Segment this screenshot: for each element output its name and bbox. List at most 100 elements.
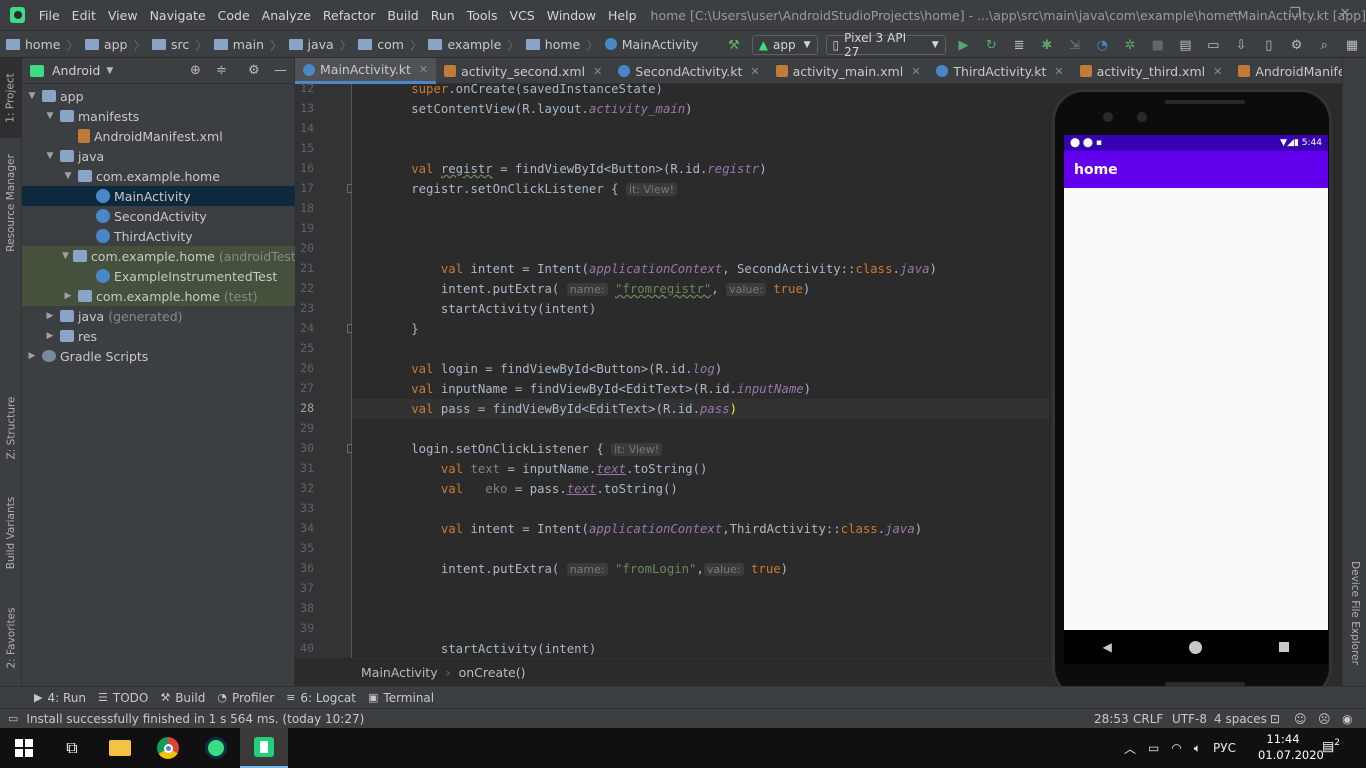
menu-window[interactable]: Window — [541, 8, 602, 23]
collapse-arrow-icon[interactable]: ▶ — [62, 291, 74, 301]
device-file-explorer-tab[interactable]: Device File Explorer — [1343, 548, 1366, 678]
editor-tab[interactable]: activity_main.xml ✕ — [768, 58, 929, 84]
battery-icon[interactable]: ▭ — [1148, 741, 1159, 755]
collapse-arrow-icon[interactable]: ▶ — [26, 351, 38, 361]
collapse-arrow-icon[interactable]: ▶ — [44, 331, 56, 341]
tree-item[interactable]: ▶ java (generated) — [22, 306, 295, 326]
attach-debugger-icon[interactable]: ⇲ — [1066, 37, 1084, 53]
tree-item[interactable]: ▼ com.example.home (androidTest) — [22, 246, 301, 266]
build-variants-tool-tab[interactable]: Build Variants — [0, 488, 22, 578]
breadcrumb-method[interactable]: onCreate() — [459, 665, 526, 680]
action-center-icon[interactable]: ▤2 — [1322, 738, 1340, 754]
editor-tab[interactable]: activity_second.xml ✕ — [436, 58, 610, 84]
code-editor[interactable]: super.onCreate(savedInstanceState) setCo… — [352, 84, 1049, 658]
tree-item[interactable]: ▶ Gradle Scripts — [22, 346, 295, 366]
menu-analyze[interactable]: Analyze — [256, 8, 317, 23]
project-view-select[interactable]: Android — [52, 63, 100, 78]
profile-icon[interactable]: ◔ — [1093, 37, 1111, 53]
file-encoding[interactable]: UTF-8 — [1172, 712, 1207, 726]
close-icon[interactable]: ✕ — [1330, 6, 1360, 21]
tree-item[interactable]: ▼ java — [22, 146, 295, 166]
run-config-select[interactable]: ▲ app ▼ — [751, 35, 818, 55]
run-tool-window[interactable]: ▶ 4: Run — [34, 691, 86, 705]
gear-icon[interactable]: ⚙ — [248, 63, 260, 78]
tree-item[interactable]: ▼ com.example.home — [22, 166, 295, 186]
profiler-tool-window[interactable]: ◔ Profiler — [217, 691, 274, 705]
settings-icon[interactable]: ⚙ — [1288, 37, 1306, 53]
chevron-down-icon[interactable]: ▼ — [106, 66, 113, 76]
breadcrumb-class[interactable]: MainActivity — [361, 665, 438, 680]
status-message[interactable]: Install successfully finished in 1 s 564… — [26, 712, 364, 726]
menu-vcs[interactable]: VCS — [504, 8, 541, 23]
indent-setting[interactable]: 4 spaces — [1214, 712, 1267, 726]
lock-icon[interactable]: ⊡ — [1270, 712, 1280, 726]
tree-item[interactable]: MainActivity — [22, 186, 295, 206]
menu-tools[interactable]: Tools — [461, 8, 504, 23]
editor-tab[interactable]: MainActivity.kt ✕ — [295, 58, 437, 84]
stop-icon[interactable]: ■ — [1149, 37, 1167, 53]
menu-file[interactable]: File — [33, 8, 66, 23]
avd-manager-icon[interactable]: ▭ — [1204, 37, 1222, 53]
breadcrumb-example[interactable]: example 〉 — [422, 35, 520, 54]
menu-edit[interactable]: Edit — [66, 8, 102, 23]
sdk-manager-icon[interactable]: ⇩ — [1232, 37, 1250, 53]
hammer-icon[interactable]: ⚒ — [725, 37, 743, 53]
tree-item[interactable]: SecondActivity — [22, 206, 295, 226]
tree-item[interactable]: AndroidManifest.xml — [22, 126, 295, 146]
tree-item[interactable]: ThirdActivity — [22, 226, 295, 246]
breadcrumb-java[interactable]: java 〉 — [283, 35, 352, 54]
apply-changes-icon[interactable]: ↻ — [982, 37, 1000, 53]
menu-build[interactable]: Build — [381, 8, 424, 23]
chrome-icon[interactable] — [144, 728, 192, 768]
chevron-up-icon[interactable]: ︿ — [1124, 740, 1136, 757]
inspection-icon[interactable]: ☺ — [1294, 712, 1307, 726]
close-tab-icon[interactable]: ✕ — [1054, 65, 1063, 78]
input-language[interactable]: РУС — [1213, 741, 1236, 755]
locate-icon[interactable]: ⊕ — [190, 63, 201, 78]
android-studio-taskbar-icon[interactable] — [192, 728, 240, 768]
editor-tab[interactable]: ThirdActivity.kt ✕ — [928, 58, 1071, 84]
close-tab-icon[interactable]: ✕ — [593, 65, 602, 78]
clock[interactable]: 11:44 01.07.2020 — [1258, 731, 1324, 763]
collapse-all-icon[interactable]: ≑ — [216, 63, 227, 78]
feedback-icon[interactable]: ☹ — [1318, 712, 1331, 726]
menu-view[interactable]: View — [102, 8, 144, 23]
build-tool-window[interactable]: ⚒ Build — [160, 691, 205, 705]
logcat-tool-window[interactable]: ≡ 6: Logcat — [286, 691, 356, 705]
collapse-arrow-icon[interactable]: ▶ — [44, 311, 56, 321]
wifi-icon[interactable]: ◠ — [1171, 741, 1181, 755]
menu-help[interactable]: Help — [602, 8, 643, 23]
project-tool-tab[interactable]: 1: Project — [0, 58, 22, 138]
green-app-taskbar-icon[interactable] — [240, 728, 288, 768]
hide-panel-icon[interactable]: — — [274, 63, 287, 78]
attach-icon[interactable]: ✲ — [1121, 37, 1139, 53]
terminal-tool-window[interactable]: ▣ Terminal — [368, 691, 434, 705]
device-select[interactable]: ▯ Pixel 3 API 27 ▼ — [825, 31, 946, 59]
breadcrumb-home[interactable]: home 〉 — [0, 35, 79, 54]
close-tab-icon[interactable]: ✕ — [1213, 65, 1222, 78]
caret-position[interactable]: 28:53 — [1094, 712, 1129, 726]
close-tab-icon[interactable]: ✕ — [750, 65, 759, 78]
favorites-tool-tab[interactable]: 2: Favorites — [0, 598, 22, 678]
expand-arrow-icon[interactable]: ▼ — [62, 251, 69, 261]
back-icon[interactable]: ◀ — [1103, 640, 1112, 654]
tree-item[interactable]: ExampleInstrumentedTest — [22, 266, 295, 286]
search-icon[interactable]: ⌕ — [1315, 37, 1333, 53]
menu-run[interactable]: Run — [425, 8, 461, 23]
layout-inspector-icon[interactable]: ▦ — [1343, 37, 1361, 53]
sync-project-icon[interactable]: ▤ — [1177, 37, 1195, 53]
debug-icon[interactable]: ✱ — [1038, 37, 1056, 53]
editor-tab[interactable]: SecondActivity.kt ✕ — [610, 58, 767, 84]
expand-arrow-icon[interactable]: ▼ — [26, 91, 38, 101]
tree-item[interactable]: ▼ manifests — [22, 106, 295, 126]
menu-refactor[interactable]: Refactor — [317, 8, 381, 23]
expand-arrow-icon[interactable]: ▼ — [44, 151, 56, 161]
run-icon[interactable]: ▶ — [955, 37, 973, 53]
minimize-icon[interactable]: — — [1220, 6, 1250, 21]
windows-start-icon[interactable] — [0, 728, 48, 768]
tree-item[interactable]: ▶ res — [22, 326, 295, 346]
event-log-icon[interactable]: ▭ — [8, 712, 18, 725]
tree-item[interactable]: ▼ app — [22, 86, 295, 106]
maximize-icon[interactable]: ❐ — [1280, 6, 1310, 21]
breadcrumb-com[interactable]: com 〉 — [352, 35, 422, 54]
